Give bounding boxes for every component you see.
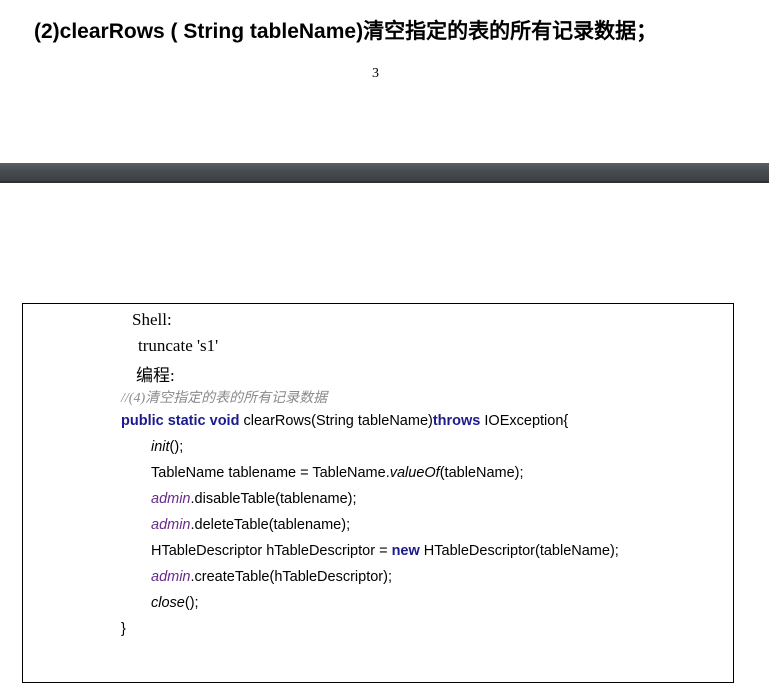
tablename-suffix: (tableName); <box>439 465 524 481</box>
disable-call: .disableTable(tablename); <box>190 491 357 507</box>
page-number: 3 <box>372 66 379 81</box>
init-rest: (); <box>169 439 184 455</box>
method-signature: public static void clearRows(String tabl… <box>121 413 568 429</box>
exception-name: IOException{ <box>480 413 569 429</box>
close-call: close <box>151 595 185 611</box>
page-break-divider <box>0 163 769 183</box>
shell-command: truncate 's1' <box>138 336 219 355</box>
new-keyword: new <box>391 543 420 559</box>
programming-label: 编程: <box>136 366 175 385</box>
throws-keyword: throws <box>432 413 481 429</box>
shell-label: Shell: <box>132 310 172 329</box>
tablename-prefix: TableName tablename = TableName. <box>151 465 390 481</box>
code-line-create: admin.createTable(hTableDescriptor); <box>151 569 392 585</box>
close-rest: (); <box>184 595 199 611</box>
method-name: clearRows(String tableName) <box>239 413 433 429</box>
admin-field: admin <box>151 491 191 507</box>
code-line-init: init(); <box>151 439 183 455</box>
closing-brace: } <box>121 621 126 637</box>
code-line-tablename: TableName tablename = TableName.valueOf(… <box>151 465 524 481</box>
descriptor-suffix: HTableDescriptor(tableName); <box>419 543 619 559</box>
code-line-descriptor: HTableDescriptor hTableDescriptor = new … <box>151 543 619 559</box>
section-heading: (2)clearRows ( String tableName)清空指定的表的所… <box>34 20 658 43</box>
descriptor-prefix: HTableDescriptor hTableDescriptor = <box>151 543 392 559</box>
code-comment: //(4)清空指定的表的所有记录数据 <box>121 391 328 406</box>
admin-field: admin <box>151 517 191 533</box>
valueof-method: valueOf <box>389 465 440 481</box>
delete-call: .deleteTable(tablename); <box>190 517 351 533</box>
code-box: Shell: truncate 's1' 编程: //(4)清空指定的表的所有记… <box>22 303 734 683</box>
code-line-disable: admin.disableTable(tablename); <box>151 491 357 507</box>
code-line-delete: admin.deleteTable(tablename); <box>151 517 350 533</box>
admin-field: admin <box>151 569 191 585</box>
init-call: init <box>151 439 170 455</box>
modifiers-keyword: public static void <box>121 413 240 429</box>
create-call: .createTable(hTableDescriptor); <box>190 569 392 585</box>
code-line-close: close(); <box>151 595 199 611</box>
